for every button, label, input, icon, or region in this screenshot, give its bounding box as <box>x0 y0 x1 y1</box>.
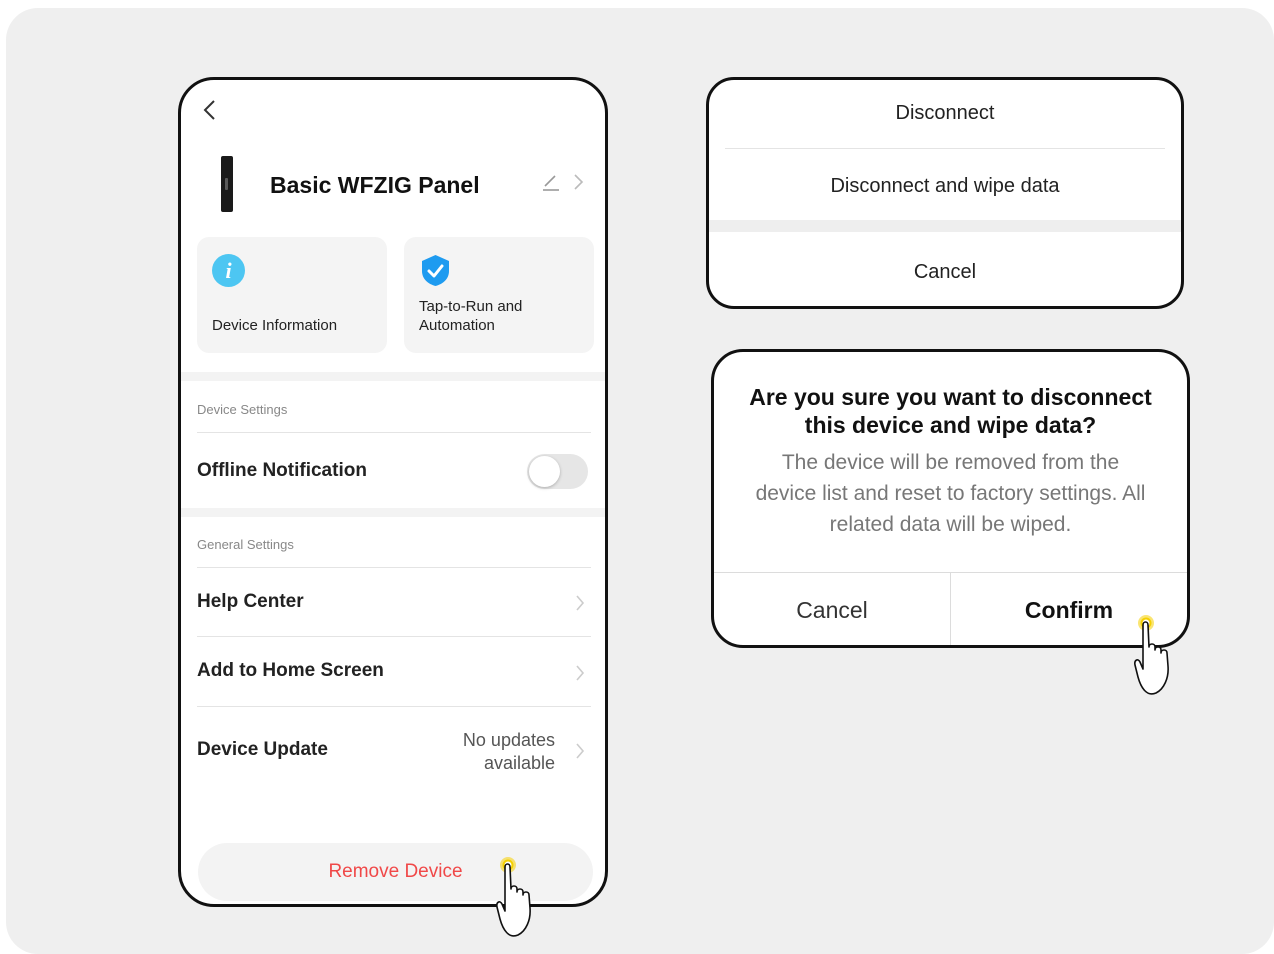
divider <box>197 706 591 707</box>
offline-notification-label: Offline Notification <box>197 460 367 481</box>
divider <box>725 148 1165 149</box>
section-separator <box>181 372 605 381</box>
edit-pencil-icon[interactable] <box>541 172 561 192</box>
offline-notification-toggle[interactable] <box>527 454 588 489</box>
info-icon: i <box>212 254 245 287</box>
disconnect-option[interactable]: Disconnect <box>709 102 1181 125</box>
help-center-item[interactable]: Help Center <box>197 591 304 613</box>
chevron-right-icon[interactable] <box>571 172 585 192</box>
dialog-cancel-button[interactable]: Cancel <box>714 573 950 645</box>
chevron-right-icon <box>576 743 585 759</box>
section-separator <box>181 508 605 517</box>
device-settings-heading: Device Settings <box>197 402 288 417</box>
tap-hand-icon <box>1134 615 1169 695</box>
device-update-item[interactable]: Device Update <box>197 739 328 761</box>
device-thumbnail <box>221 156 233 212</box>
shield-check-icon <box>422 255 449 286</box>
confirm-wipe-dialog: Are you sure you want to disconnect this… <box>711 349 1190 648</box>
general-settings-heading: General Settings <box>197 537 294 552</box>
back-arrow-icon[interactable] <box>199 98 223 122</box>
dialog-message: The device will be removed from the devi… <box>755 451 1146 536</box>
tap-to-run-automation-card[interactable]: Tap-to-Run and Automation <box>404 237 594 353</box>
disconnect-action-sheet: Disconnect Disconnect and wipe data Canc… <box>706 77 1184 309</box>
chevron-right-icon <box>576 595 585 611</box>
sheet-separator <box>709 220 1181 232</box>
tap-hand-icon <box>496 857 531 937</box>
divider <box>197 432 591 433</box>
update-status-text: No updates available <box>462 730 555 773</box>
divider <box>197 567 591 568</box>
disconnect-wipe-option[interactable]: Disconnect and wipe data <box>709 175 1181 198</box>
device-name: Basic WFZIG Panel <box>270 172 480 198</box>
sheet-cancel-button[interactable]: Cancel <box>709 261 1181 284</box>
device-settings-screen: Basic WFZIG Panel i Device Information T… <box>178 77 608 907</box>
divider <box>197 636 591 637</box>
toggle-knob <box>529 456 560 487</box>
tap-to-run-label: Tap-to-Run and Automation <box>419 298 523 334</box>
dialog-title: Are you sure you want to disconnect this… <box>749 384 1152 438</box>
chevron-right-icon <box>576 665 585 681</box>
device-information-card[interactable]: i Device Information <box>197 237 387 353</box>
device-information-label: Device Information <box>212 317 338 334</box>
add-to-home-screen-item[interactable]: Add to Home Screen <box>197 660 384 682</box>
